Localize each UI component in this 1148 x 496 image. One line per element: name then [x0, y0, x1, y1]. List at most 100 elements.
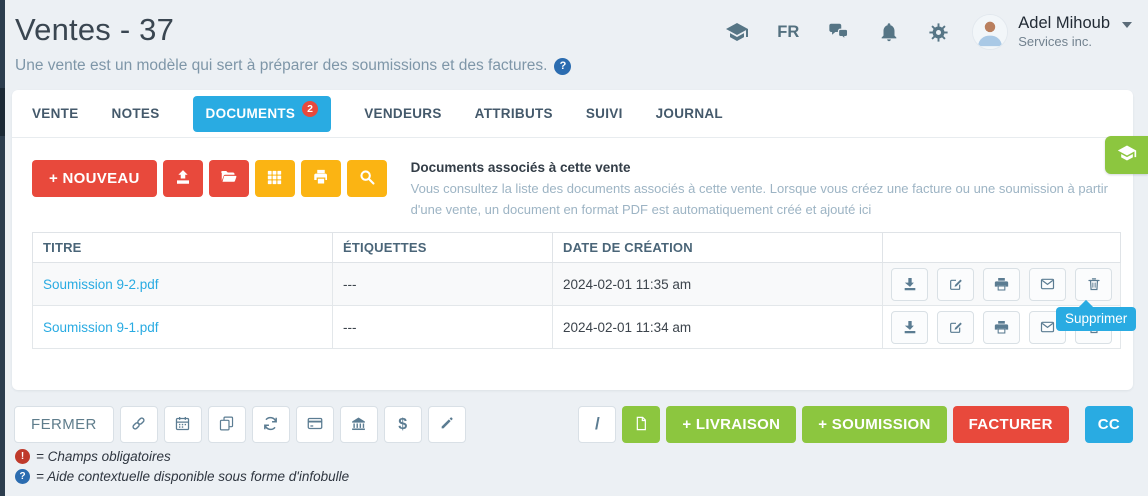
- tab-documents[interactable]: DOCUMENTS 2: [193, 96, 332, 132]
- dollar-button[interactable]: $: [384, 406, 422, 443]
- new-document-button[interactable]: + NOUVEAU: [32, 160, 157, 197]
- print-icon: [312, 168, 330, 189]
- bottom-toolbar-left: FERMER $: [14, 406, 466, 443]
- copy-icon: [218, 415, 235, 435]
- file-icon: [633, 415, 649, 435]
- refresh-icon: [262, 415, 279, 435]
- delete-button[interactable]: [1075, 268, 1112, 301]
- legend-help: ? = Aide contextuelle disponible sous fo…: [15, 469, 349, 484]
- tab-journal[interactable]: JOURNAL: [656, 106, 723, 121]
- trash-icon: [1086, 276, 1102, 292]
- document-link[interactable]: Soumission 9-2.pdf: [43, 277, 159, 292]
- user-company: Services inc.: [1018, 35, 1110, 50]
- grid-view-button[interactable]: [255, 160, 295, 197]
- row-actions: [891, 268, 1112, 301]
- edit-icon: [948, 276, 964, 292]
- header-actions: FR Adel Mihoub Services inc.: [724, 10, 1132, 54]
- facturer-button[interactable]: FACTURER: [953, 406, 1069, 443]
- edit-button[interactable]: [937, 268, 974, 301]
- duplicate-button[interactable]: [208, 406, 246, 443]
- documents-count-badge: 2: [302, 101, 318, 117]
- tab-attributs[interactable]: ATTRIBUTS: [475, 106, 553, 121]
- edit-sale-button[interactable]: [428, 406, 466, 443]
- edit-button[interactable]: [937, 311, 974, 344]
- refresh-button[interactable]: [252, 406, 290, 443]
- print-button[interactable]: [983, 268, 1020, 301]
- window-edge-strip: [0, 0, 5, 496]
- column-header-date-creation[interactable]: DATE DE CRÉATION: [553, 233, 883, 263]
- download-button[interactable]: [891, 268, 928, 301]
- folder-open-icon: [219, 168, 238, 189]
- language-selector[interactable]: FR: [777, 23, 799, 42]
- payment-card-button[interactable]: [296, 406, 334, 443]
- page-subtitle: Une vente est un modèle qui sert à prépa…: [15, 57, 571, 75]
- tab-bar: VENTE NOTES DOCUMENTS 2 VENDEURS ATTRIBU…: [12, 90, 1133, 138]
- academy-icon[interactable]: [724, 20, 750, 44]
- mail-icon: [1039, 276, 1056, 292]
- upload-button[interactable]: [163, 160, 203, 197]
- main-panel: VENTE NOTES DOCUMENTS 2 VENDEURS ATTRIBU…: [12, 90, 1133, 390]
- table-row: Soumission 9-1.pdf --- 2024-02-01 11:34 …: [33, 306, 1121, 349]
- messages-icon[interactable]: [826, 21, 851, 43]
- bank-icon: [350, 415, 367, 435]
- documents-table: TITRE ÉTIQUETTES DATE DE CRÉATION Soumis…: [32, 232, 1121, 349]
- link-button[interactable]: [120, 406, 158, 443]
- bank-button[interactable]: [340, 406, 378, 443]
- documents-toolbar: + NOUVEAU Documents associés à ce: [32, 160, 1115, 221]
- new-document-green-button[interactable]: [622, 406, 660, 443]
- credit-card-icon: [306, 415, 324, 435]
- tab-vendeurs[interactable]: VENDEURS: [364, 106, 441, 121]
- user-avatar[interactable]: [972, 14, 1008, 50]
- column-header-titre[interactable]: TITRE: [33, 233, 333, 263]
- scrollbar-thumb[interactable]: [0, 88, 5, 136]
- pencil-icon: [439, 415, 455, 434]
- download-button[interactable]: [891, 311, 928, 344]
- download-icon: [902, 276, 918, 292]
- bottom-toolbar: FERMER $ / + LIVRAISON + SOUMISSION FACT…: [14, 406, 1133, 443]
- legend-help-text: = Aide contextuelle disponible sous form…: [36, 469, 349, 484]
- tab-notes[interactable]: NOTES: [112, 106, 160, 121]
- search-button[interactable]: [347, 160, 387, 197]
- tab-suivi[interactable]: SUIVI: [586, 106, 623, 121]
- supprimer-tooltip: Supprimer: [1056, 307, 1136, 331]
- calendar-button[interactable]: [164, 406, 202, 443]
- tab-vente[interactable]: VENTE: [32, 106, 79, 121]
- soumission-button[interactable]: + SOUMISSION: [802, 406, 946, 443]
- table-header-row: TITRE ÉTIQUETTES DATE DE CRÉATION: [33, 233, 1121, 263]
- user-name: Adel Mihoub: [1018, 14, 1110, 33]
- livraison-button[interactable]: + LIVRAISON: [666, 406, 796, 443]
- notifications-bell-icon[interactable]: [878, 21, 900, 43]
- legend-required-text: = Champs obligatoires: [36, 449, 171, 464]
- slash-button[interactable]: /: [578, 406, 616, 443]
- document-link[interactable]: Soumission 9-1.pdf: [43, 320, 159, 335]
- help-icon[interactable]: ?: [554, 58, 571, 75]
- required-exclamation-icon: !: [15, 449, 30, 464]
- print-list-button[interactable]: [301, 160, 341, 197]
- print-icon: [993, 319, 1010, 335]
- column-header-etiquettes[interactable]: ÉTIQUETTES: [333, 233, 553, 263]
- section-description: Vous consultez la liste des documents as…: [411, 179, 1115, 221]
- settings-gear-icon[interactable]: [927, 21, 950, 44]
- link-icon: [130, 415, 147, 435]
- fermer-button[interactable]: FERMER: [14, 406, 114, 443]
- open-folder-button[interactable]: [209, 160, 249, 197]
- upload-icon: [174, 168, 192, 189]
- user-menu[interactable]: Adel Mihoub Services inc.: [1018, 14, 1110, 50]
- print-icon: [993, 276, 1010, 292]
- page-title: Ventes - 37: [15, 12, 174, 48]
- section-heading: Documents associés à cette vente: [411, 160, 1115, 175]
- bottom-toolbar-right: / + LIVRAISON + SOUMISSION FACTURER CC: [578, 406, 1133, 443]
- academy-side-tab[interactable]: [1105, 136, 1148, 174]
- dollar-icon: $: [398, 416, 407, 434]
- cc-button[interactable]: CC: [1085, 406, 1133, 443]
- download-icon: [902, 319, 918, 335]
- print-button[interactable]: [983, 311, 1020, 344]
- created-cell: 2024-02-01 11:35 am: [553, 263, 883, 306]
- mail-icon: [1039, 319, 1056, 335]
- help-question-icon: ?: [15, 469, 30, 484]
- page-subtitle-text: Une vente est un modèle qui sert à prépa…: [15, 57, 547, 75]
- caret-down-icon[interactable]: [1122, 22, 1132, 28]
- document-action-buttons: + NOUVEAU: [32, 160, 387, 197]
- mail-button[interactable]: [1029, 268, 1066, 301]
- tab-documents-label: DOCUMENTS: [206, 106, 296, 121]
